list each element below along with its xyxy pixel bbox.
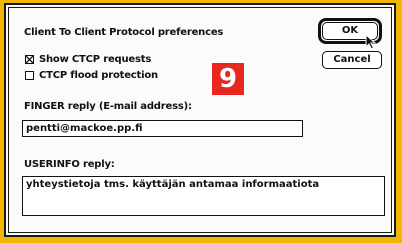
cancel-button[interactable]: Cancel: [322, 51, 382, 69]
flood-protection-label[interactable]: CTCP flood protection: [39, 70, 158, 81]
userinfo-reply-field[interactable]: yhteystietoja tms. käyttäjän antamaa inf…: [22, 176, 385, 216]
checkmark-x-icon: [26, 56, 33, 63]
mouse-pointer-icon: [365, 34, 377, 50]
finger-reply-label: FINGER reply (E-mail address):: [24, 101, 192, 112]
show-ctcp-checkbox[interactable]: [25, 55, 34, 64]
finger-reply-field[interactable]: pentti@mackoe.pp.fi: [22, 120, 303, 137]
flood-protection-checkbox[interactable]: [25, 71, 34, 80]
show-ctcp-label[interactable]: Show CTCP requests: [39, 54, 151, 65]
number-badge: 9: [212, 63, 244, 95]
userinfo-reply-label: USERINFO reply:: [24, 159, 115, 170]
dialog-title: Client To Client Protocol preferences: [24, 27, 224, 38]
